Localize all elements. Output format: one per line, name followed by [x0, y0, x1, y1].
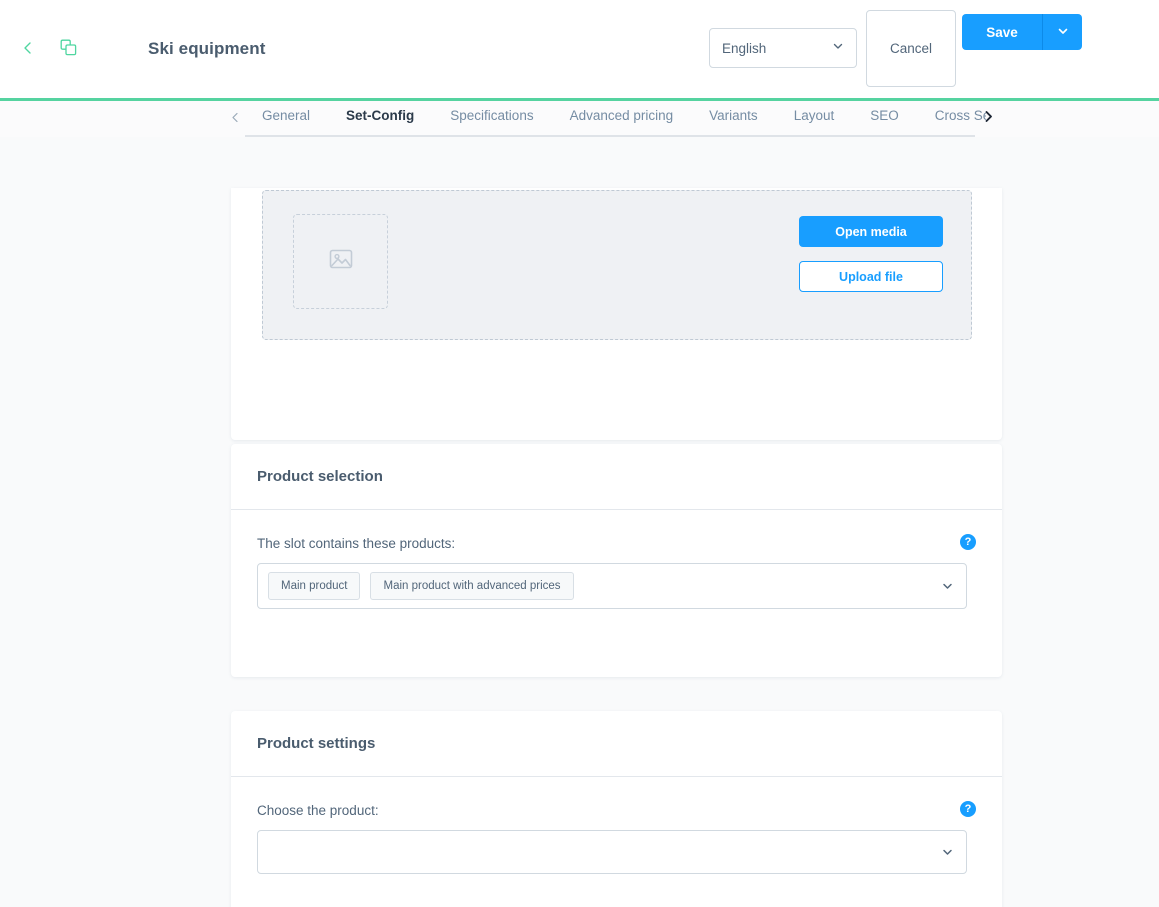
tab-list: General Set-Config Specifications Advanc… [244, 101, 986, 137]
tab-specifications[interactable]: Specifications [432, 101, 551, 137]
slot-products-multiselect[interactable]: Main product Main product with advanced … [257, 563, 967, 609]
upload-file-button[interactable]: Upload file [799, 261, 943, 292]
product-settings-card: Product settings Choose the product: ? [231, 711, 1002, 907]
language-select[interactable]: English [709, 28, 857, 68]
product-settings-card-body: Choose the product: ? [231, 777, 1002, 900]
tab-seo[interactable]: SEO [852, 101, 917, 137]
tab-cross-selling[interactable]: Cross Selling [917, 101, 986, 137]
cancel-button[interactable]: Cancel [866, 10, 956, 87]
tab-general[interactable]: General [244, 101, 328, 137]
product-selection-title: Product selection [257, 468, 383, 485]
duplicate-icon [60, 39, 77, 59]
tab-bar-inner: General Set-Config Specifications Advanc… [226, 101, 986, 137]
tab-set-config[interactable]: Set-Config [328, 101, 433, 137]
media-dropzone[interactable]: Open media Upload file [262, 190, 972, 340]
content-scroll-area[interactable]: Open media Upload file Product selection… [0, 137, 1159, 907]
image-placeholder-icon [328, 246, 354, 277]
tab-bar: General Set-Config Specifications Advanc… [0, 101, 1159, 137]
chevron-down-icon [1057, 25, 1069, 40]
slot-products-label: The slot contains these products: [257, 536, 456, 551]
media-action-buttons: Open media Upload file [799, 216, 943, 292]
accent-line [0, 98, 1159, 101]
media-placeholder-slot[interactable] [293, 214, 388, 309]
header-left-group [0, 35, 82, 63]
choose-product-select[interactable] [257, 830, 967, 874]
chevron-down-icon [832, 39, 844, 57]
product-settings-title: Product settings [257, 735, 376, 752]
help-icon[interactable]: ? [960, 801, 976, 817]
chip-main-product-advanced-prices[interactable]: Main product with advanced prices [370, 572, 574, 600]
tab-scroll-left-button[interactable] [226, 101, 244, 137]
chevron-right-icon [982, 110, 995, 128]
chevron-down-icon[interactable] [941, 580, 954, 593]
product-selection-card-body: The slot contains these products: ? Main… [231, 510, 1002, 635]
help-icon[interactable]: ? [960, 534, 976, 550]
tab-scroll-right-button[interactable] [979, 101, 997, 137]
save-button[interactable]: Save [962, 14, 1042, 50]
duplicate-button[interactable] [54, 35, 82, 63]
save-split-button: Save [962, 14, 1082, 50]
product-settings-card-header: Product settings [231, 711, 1002, 777]
tab-advanced-pricing[interactable]: Advanced pricing [552, 101, 692, 137]
chevron-left-icon [21, 41, 35, 58]
product-selection-card-header: Product selection [231, 444, 1002, 510]
language-select-value: English [722, 40, 767, 56]
product-detail-page: Ski equipment English Cancel Save Genera… [0, 0, 1159, 907]
chevron-down-icon[interactable] [941, 846, 954, 859]
tab-variants[interactable]: Variants [691, 101, 776, 137]
choose-product-label: Choose the product: [257, 803, 379, 818]
product-selection-card: Product selection The slot contains thes… [231, 444, 1002, 677]
top-header-bar: Ski equipment English Cancel Save [0, 0, 1159, 98]
chip-main-product[interactable]: Main product [268, 572, 361, 600]
open-media-button[interactable]: Open media [799, 216, 943, 247]
media-card: Open media Upload file [231, 188, 1002, 440]
back-button[interactable] [14, 35, 42, 63]
save-dropdown-button[interactable] [1043, 14, 1082, 50]
tab-layout[interactable]: Layout [776, 101, 853, 137]
chevron-left-icon [230, 110, 241, 128]
page-title: Ski equipment [148, 39, 266, 58]
